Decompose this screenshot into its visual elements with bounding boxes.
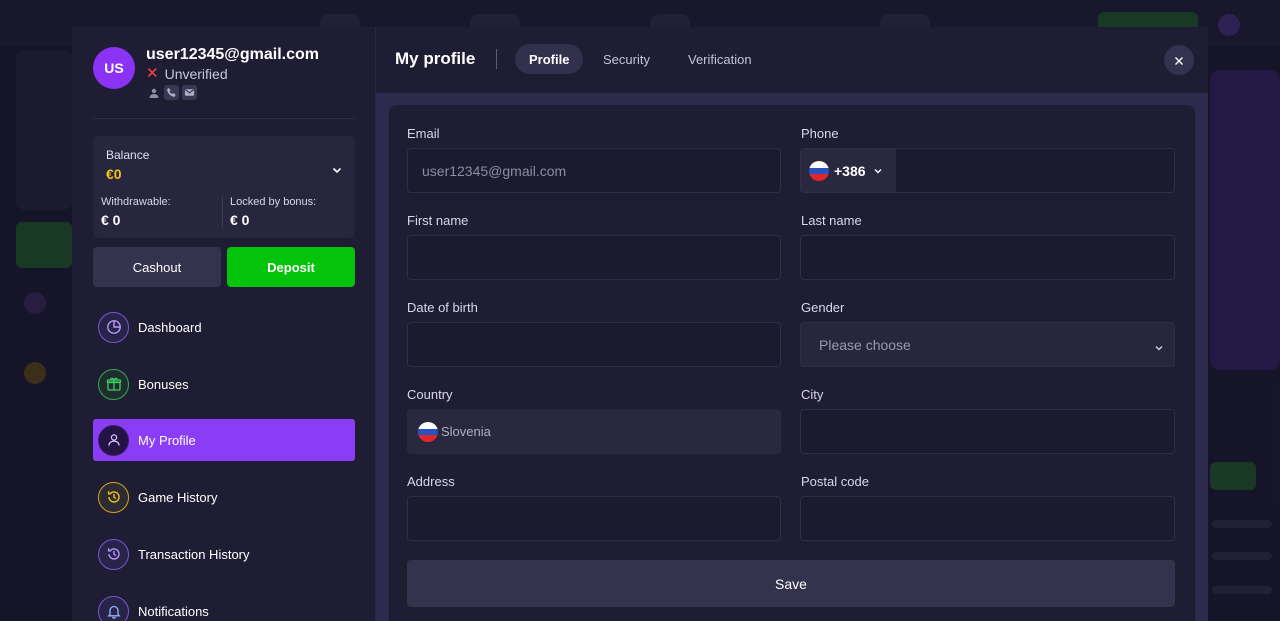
country-value: Slovenia [441,424,491,439]
sidebar-item-notifications[interactable]: Notifications [93,590,355,621]
first-name-field[interactable] [407,235,781,280]
page-title: My profile [395,49,476,68]
locked-balance: Locked by bonus: € 0 [230,196,316,228]
divider [93,118,355,119]
profile-modal: US user12345@gmail.com ✕ Unverified Bala… [72,27,1208,621]
withdrawable-balance: Withdrawable: € 0 [101,196,171,228]
sidebar-item-label: Game History [138,489,218,505]
user-icon [98,424,129,456]
address-field[interactable] [407,496,781,541]
profile-form: Email Phone +386 First name [389,105,1195,621]
chevron-down-icon [873,163,883,179]
phone-label: Phone [801,126,839,141]
last-name-field[interactable] [800,235,1175,280]
pie-chart-icon [98,311,129,343]
country-label: Country [407,387,453,402]
close-button[interactable] [1164,45,1194,75]
profile-main: My profile Profile Security Verification… [376,27,1208,621]
account-sidebar: US user12345@gmail.com ✕ Unverified Bala… [72,27,376,621]
deposit-button[interactable]: Deposit [227,247,355,287]
tab-verification[interactable]: Verification [674,44,766,74]
tab-security[interactable]: Security [589,44,664,74]
email-label: Email [407,126,440,141]
balance-value: €0 [106,166,122,182]
sidebar-item-label: Dashboard [138,319,202,335]
cashout-button[interactable]: Cashout [93,247,221,287]
save-button[interactable]: Save [407,560,1175,607]
sidebar-item-dashboard[interactable]: Dashboard [93,306,355,348]
withdrawable-label: Withdrawable: [101,196,171,208]
sidebar-item-label: Notifications [138,603,209,619]
user-email: user12345@gmail.com [146,46,320,63]
sidebar-item-label: Bonuses [138,376,189,392]
last-name-label: Last name [801,213,862,228]
country-code-select[interactable]: +386 [801,149,896,192]
date-of-birth-field[interactable] [407,322,781,367]
close-icon: ✕ [146,65,159,82]
postal-code-label: Postal code [801,474,869,489]
divider [496,49,497,69]
divider [222,196,223,228]
withdrawable-value: € 0 [101,212,121,228]
sidebar-item-transaction-history[interactable]: Transaction History [93,533,355,575]
verification-icons [146,85,319,100]
avatar: US [93,47,135,89]
user-info: user12345@gmail.com ✕ Unverified [146,46,319,100]
close-icon [1174,51,1184,70]
sidebar-item-bonuses[interactable]: Bonuses [93,363,355,405]
gift-icon [98,368,129,400]
verification-status: ✕ Unverified [146,65,319,83]
user-badge-icon [146,85,161,100]
phone-icon [164,85,179,100]
balance-panel[interactable]: Balance €0 Withdrawable: € 0 Locked by b… [93,136,355,238]
mail-icon [182,85,197,100]
city-field[interactable] [800,409,1175,454]
gender-label: Gender [801,300,845,315]
chevron-down-icon [1154,340,1164,356]
chevron-down-icon[interactable] [331,161,343,180]
email-field[interactable] [407,148,781,193]
tab-profile[interactable]: Profile [515,44,584,74]
city-label: City [801,387,824,402]
gender-select-value: Please choose [819,336,911,353]
address-label: Address [407,474,455,489]
bell-icon [98,595,129,621]
history-icon [98,538,129,570]
history-icon [98,481,129,513]
verification-status-label: Unverified [164,66,228,82]
locked-value: € 0 [230,212,250,228]
user-summary: US user12345@gmail.com ✕ Unverified [93,46,319,100]
locked-label: Locked by bonus: [230,196,317,208]
first-name-label: First name [407,213,469,228]
balance-label: Balance [106,148,150,162]
slovenia-flag-icon [809,160,829,181]
sidebar-item-game-history[interactable]: Game History [93,476,355,518]
gender-select[interactable]: Please choose [800,322,1175,367]
country-field[interactable]: Slovenia [407,409,781,454]
phone-field[interactable]: +386 [800,148,1175,193]
postal-code-field[interactable] [800,496,1175,541]
sidebar-item-my-profile[interactable]: My Profile [93,419,355,461]
sidebar-item-label: Transaction History [138,546,250,562]
sidebar-item-label: My Profile [138,432,196,448]
slovenia-flag-icon [418,421,438,442]
country-code-value: +386 [834,162,866,179]
modal-header: My profile Profile Security Verification [376,27,1208,93]
date-of-birth-label: Date of birth [407,300,478,315]
